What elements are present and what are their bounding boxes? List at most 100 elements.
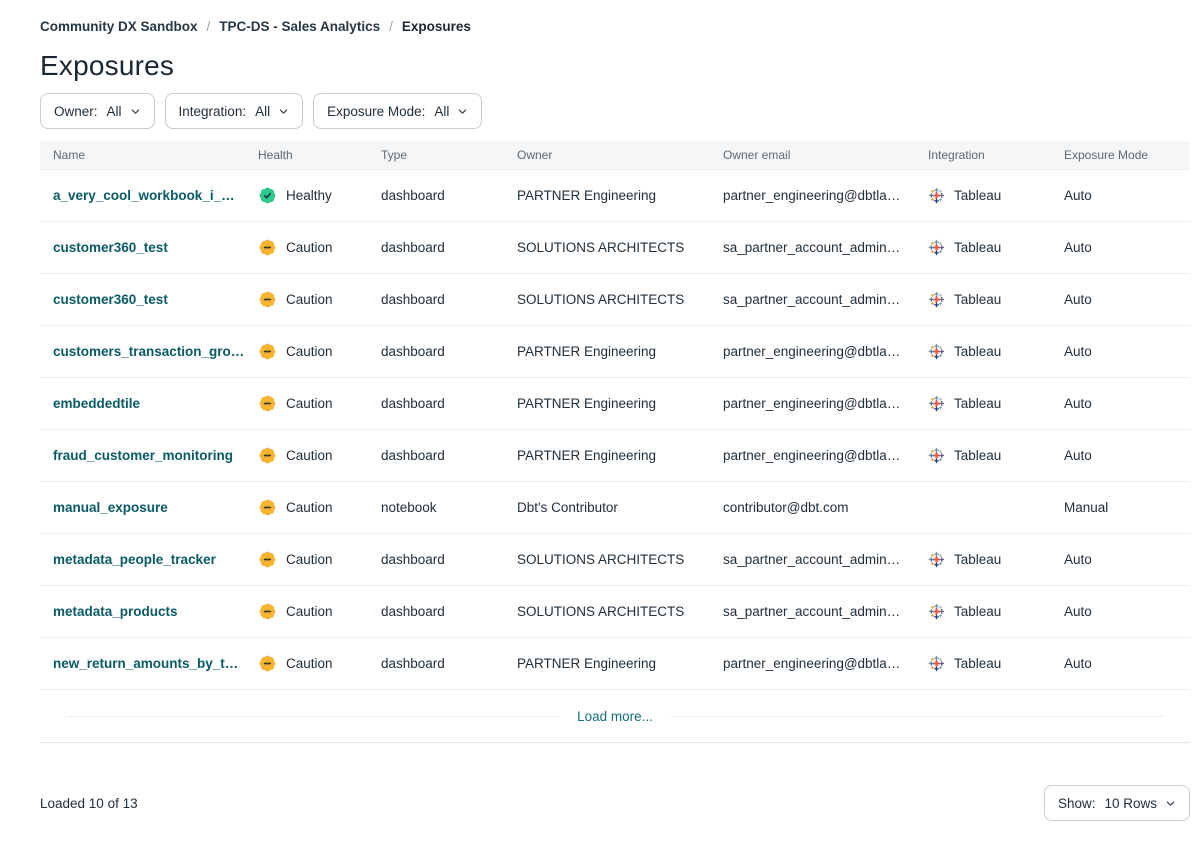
health-label: Caution <box>286 292 333 307</box>
owner-email-cell: partner_engineering@dbtla… <box>723 188 928 203</box>
health-caution-icon <box>258 238 277 257</box>
exposure-name-link[interactable]: embeddedtile <box>53 396 140 411</box>
exposure-name-link[interactable]: metadata_products <box>53 604 178 619</box>
exposure-mode-cell: Auto <box>1064 396 1177 411</box>
name-cell: new_return_amounts_by_t… <box>53 656 258 671</box>
breadcrumb-separator: / <box>207 19 211 34</box>
load-more-row: Load more... <box>40 690 1190 742</box>
name-cell: customer360_test <box>53 292 258 307</box>
integration-cell: Tableau <box>928 655 1064 672</box>
integration-cell: Tableau <box>928 447 1064 464</box>
show-label: Show: <box>1058 796 1096 811</box>
exposure-name-link[interactable]: customer360_test <box>53 240 168 255</box>
owner-email-cell: partner_engineering@dbtla… <box>723 656 928 671</box>
table-row: new_return_amounts_by_t… Caution dashboa… <box>40 638 1190 690</box>
exposure-mode-cell: Auto <box>1064 188 1177 203</box>
type-cell: notebook <box>381 500 517 515</box>
exposure-name-link[interactable]: customer360_test <box>53 292 168 307</box>
page-title: Exposures <box>40 49 1190 83</box>
table-body: a_very_cool_workbook_i_… Healthy dashboa… <box>40 170 1190 690</box>
exposure-name-link[interactable]: customers_transaction_gro… <box>53 344 244 359</box>
load-more-link[interactable]: Load more... <box>577 709 653 724</box>
table-row: customer360_test Caution dashboard SOLUT… <box>40 222 1190 274</box>
type-cell: dashboard <box>381 604 517 619</box>
tableau-logo-icon <box>928 291 945 308</box>
integration-label: Tableau <box>954 396 1001 411</box>
name-cell: metadata_people_tracker <box>53 552 258 567</box>
type-cell: dashboard <box>381 188 517 203</box>
tableau-logo-icon <box>928 655 945 672</box>
owner-email-cell: sa_partner_account_admin… <box>723 552 928 567</box>
health-caution-icon <box>258 290 277 309</box>
type-cell: dashboard <box>381 448 517 463</box>
column-header: Owner email <box>723 148 928 162</box>
table-row: manual_exposure Caution notebook Dbt's C… <box>40 482 1190 534</box>
owner-cell: PARTNER Engineering <box>517 448 723 463</box>
health-cell: Caution <box>258 394 381 413</box>
name-cell: a_very_cool_workbook_i_… <box>53 188 258 203</box>
name-cell: embeddedtile <box>53 396 258 411</box>
column-header: Type <box>381 148 517 162</box>
health-caution-icon <box>258 342 277 361</box>
divider-line <box>66 716 559 717</box>
health-caution-icon <box>258 394 277 413</box>
tableau-logo-icon <box>928 603 945 620</box>
breadcrumb-item[interactable]: TPC-DS - Sales Analytics <box>219 19 380 34</box>
owner-cell: SOLUTIONS ARCHITECTS <box>517 604 723 619</box>
column-header: Health <box>258 148 381 162</box>
breadcrumb-item: Exposures <box>402 19 471 34</box>
owner-email-cell: partner_engineering@dbtla… <box>723 344 928 359</box>
table-row: customers_transaction_gro… Caution dashb… <box>40 326 1190 378</box>
owner-cell: PARTNER Engineering <box>517 656 723 671</box>
breadcrumb-item[interactable]: Community DX Sandbox <box>40 19 198 34</box>
health-caution-icon <box>258 654 277 673</box>
table-header: NameHealthTypeOwnerOwner emailIntegratio… <box>40 141 1190 170</box>
owner-filter[interactable]: Owner: All <box>40 93 155 129</box>
health-cell: Caution <box>258 550 381 569</box>
health-healthy-icon <box>258 186 277 205</box>
integration-label: Tableau <box>954 188 1001 203</box>
exposure-name-link[interactable]: new_return_amounts_by_t… <box>53 656 238 671</box>
exposure-mode-cell: Auto <box>1064 240 1177 255</box>
name-cell: manual_exposure <box>53 500 258 515</box>
filter-value: All <box>107 104 122 119</box>
owner-cell: PARTNER Engineering <box>517 396 723 411</box>
table-row: customer360_test Caution dashboard SOLUT… <box>40 274 1190 326</box>
exposure-name-link[interactable]: a_very_cool_workbook_i_… <box>53 188 235 203</box>
name-cell: metadata_products <box>53 604 258 619</box>
integration-label: Tableau <box>954 448 1001 463</box>
integration-label: Tableau <box>954 240 1001 255</box>
integration-filter[interactable]: Integration:All <box>165 93 304 129</box>
filter-label: Exposure Mode: <box>327 104 425 119</box>
owner-cell: SOLUTIONS ARCHITECTS <box>517 240 723 255</box>
exposure-name-link[interactable]: fraud_customer_monitoring <box>53 448 233 463</box>
exposure-mode-filter[interactable]: Exposure Mode: All <box>313 93 482 129</box>
health-caution-icon <box>258 446 277 465</box>
type-cell: dashboard <box>381 240 517 255</box>
integration-label: Tableau <box>954 552 1001 567</box>
health-cell: Caution <box>258 290 381 309</box>
health-cell: Caution <box>258 342 381 361</box>
owner-cell: PARTNER Engineering <box>517 344 723 359</box>
show-value: 10 Rows <box>1104 796 1157 811</box>
tableau-logo-icon <box>928 343 945 360</box>
health-label: Healthy <box>286 188 332 203</box>
exposure-mode-cell: Auto <box>1064 448 1177 463</box>
tableau-logo-icon <box>928 395 945 412</box>
exposure-name-link[interactable]: metadata_people_tracker <box>53 552 216 567</box>
filter-label: Integration: <box>179 104 247 119</box>
filter-label: Owner: <box>54 104 98 119</box>
table-row: metadata_products Caution dashboard SOLU… <box>40 586 1190 638</box>
integration-label: Tableau <box>954 656 1001 671</box>
owner-email-cell: partner_engineering@dbtla… <box>723 448 928 463</box>
owner-email-cell: sa_partner_account_admin… <box>723 604 928 619</box>
chevron-down-icon <box>1165 798 1176 809</box>
exposure-mode-cell: Auto <box>1064 292 1177 307</box>
filter-value: All <box>434 104 449 119</box>
show-rows-dropdown[interactable]: Show: 10 Rows <box>1044 785 1190 821</box>
health-cell: Caution <box>258 602 381 621</box>
health-cell: Caution <box>258 238 381 257</box>
exposure-name-link[interactable]: manual_exposure <box>53 500 168 515</box>
type-cell: dashboard <box>381 656 517 671</box>
exposure-mode-cell: Auto <box>1064 604 1177 619</box>
